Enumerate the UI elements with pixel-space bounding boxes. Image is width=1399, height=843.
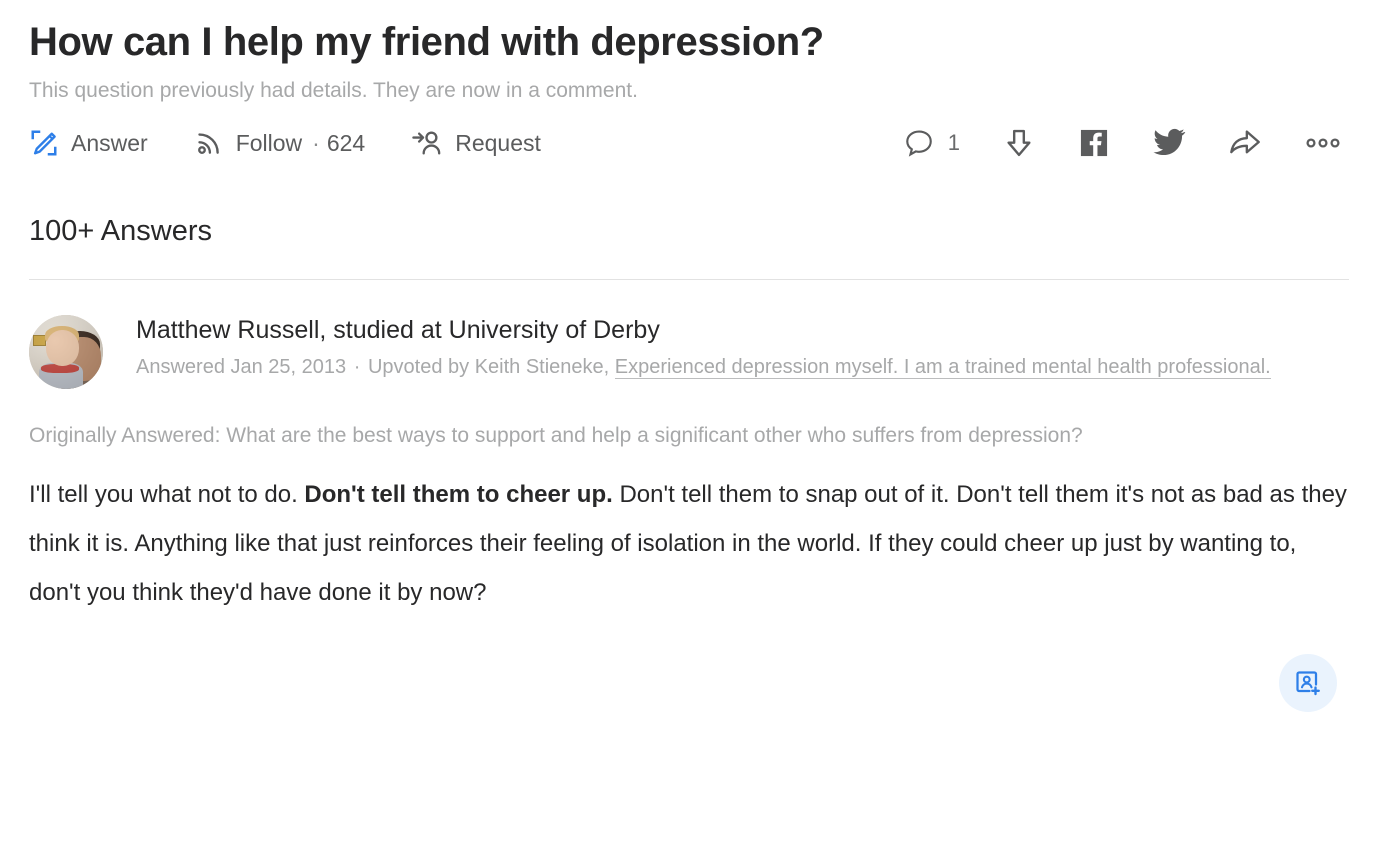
comment-count: 1 xyxy=(948,130,960,156)
request-button[interactable]: Request xyxy=(411,128,541,158)
twitter-share-button[interactable] xyxy=(1152,127,1186,159)
answer-meta: Answered Jan 25, 2013 · Upvoted by Keith… xyxy=(136,345,1281,382)
answered-date: Answered Jan 25, 2013 xyxy=(136,356,346,378)
answers-count-heading: 100+ Answers xyxy=(29,171,1370,249)
question-page: How can I help my friend with depression… xyxy=(0,0,1399,843)
facebook-share-icon xyxy=(1078,127,1110,159)
request-answer-icon xyxy=(411,128,443,158)
upvoter-name[interactable]: Keith Stieneke, xyxy=(475,356,610,378)
byline: Matthew Russell, studied at University o… xyxy=(136,313,1370,382)
answer-author-header: Matthew Russell, studied at University o… xyxy=(29,313,1370,389)
comment-button[interactable]: 1 xyxy=(903,127,960,159)
meta-separator: · xyxy=(352,356,363,378)
pencil-write-icon xyxy=(29,128,59,158)
follow-button[interactable]: Follow · 624 xyxy=(194,128,366,158)
page-title: How can I help my friend with depression… xyxy=(29,0,1370,68)
action-bar-left-group: Answer Follow · 624 xyxy=(29,128,541,158)
follow-button-label: Follow xyxy=(236,130,302,156)
facebook-share-button[interactable] xyxy=(1078,127,1110,159)
answer-item: Matthew Russell, studied at University o… xyxy=(29,280,1370,617)
more-options-button[interactable] xyxy=(1306,136,1340,150)
share-arrow-icon xyxy=(1228,126,1264,160)
follow-count: 624 xyxy=(327,130,365,157)
question-action-bar: Answer Follow · 624 xyxy=(29,115,1370,171)
downvote-arrow-icon xyxy=(1002,126,1036,160)
upvoter-credential[interactable]: Experienced depression myself. I am a tr… xyxy=(615,356,1271,379)
author-name-credential[interactable]: Matthew Russell, studied at University o… xyxy=(136,315,1370,345)
answer-body-text: I'll tell you what not to do. Don't tell… xyxy=(29,452,1354,617)
rss-follow-icon xyxy=(194,128,224,158)
avatar[interactable] xyxy=(29,315,103,389)
twitter-share-icon xyxy=(1152,127,1186,159)
upvoted-prefix: Upvoted by xyxy=(368,356,469,378)
share-button[interactable] xyxy=(1228,126,1264,160)
follow-separator: · xyxy=(312,130,320,157)
action-bar-right-group: 1 xyxy=(903,126,1370,160)
answer-body-part1: I'll tell you what not to do. xyxy=(29,481,304,508)
comment-bubble-icon xyxy=(903,127,935,159)
more-options-icon xyxy=(1306,136,1340,150)
answer-body-bold: Don't tell them to cheer up. xyxy=(304,481,612,508)
follow-user-icon xyxy=(1293,668,1323,698)
downvote-button[interactable] xyxy=(1002,126,1036,160)
originally-answered-text: Originally Answered: What are the best w… xyxy=(29,389,1329,452)
follow-user-button[interactable] xyxy=(1279,654,1337,712)
question-details-note: This question previously had details. Th… xyxy=(29,68,1370,105)
answer-button[interactable]: Answer xyxy=(29,128,148,158)
request-button-label: Request xyxy=(455,130,541,156)
answer-button-label: Answer xyxy=(71,130,148,156)
